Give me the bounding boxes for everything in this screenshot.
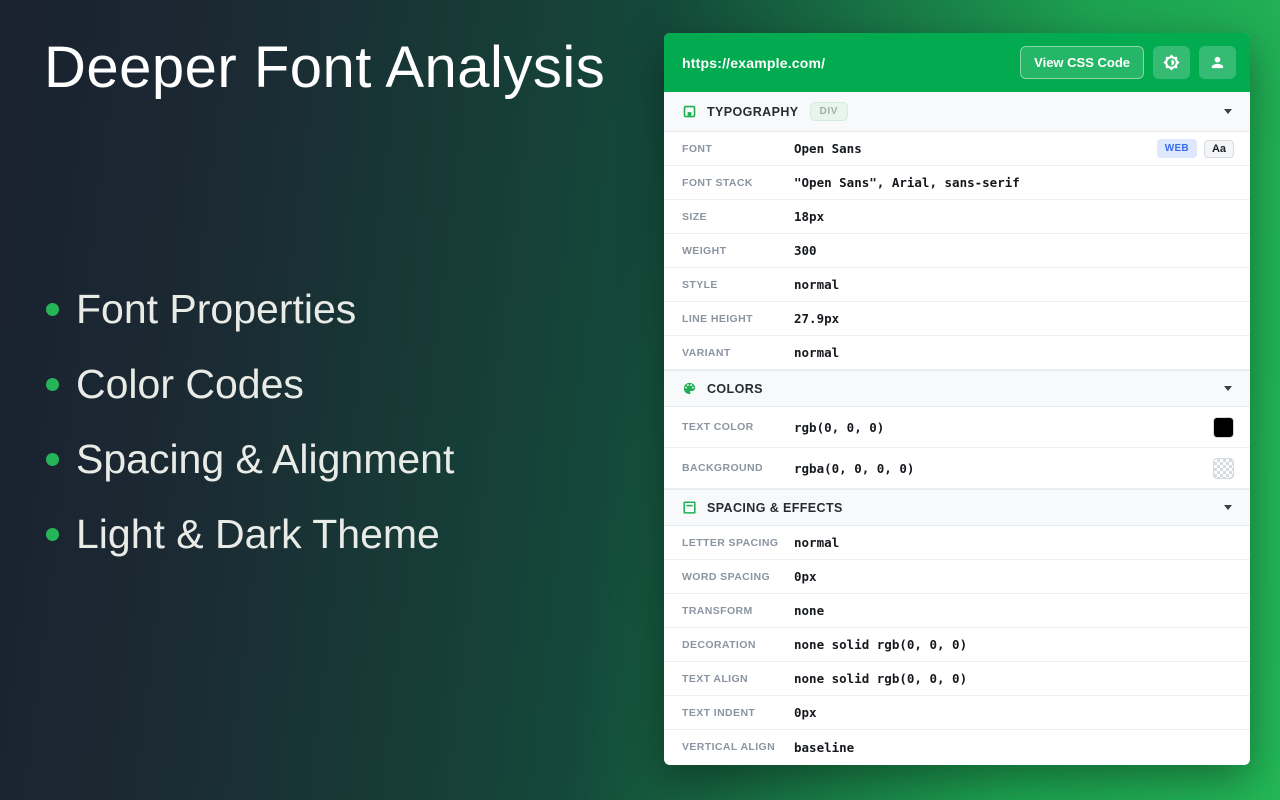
chevron-down-icon[interactable] [1224,386,1232,391]
property-row-vertical-align: VERTICAL ALIGN baseline [664,730,1250,764]
property-label: TRANSFORM [682,604,753,617]
property-row-word-spacing: WORD SPACING 0px [664,560,1250,594]
background-color-swatch [1213,457,1234,479]
page-title: Deeper Font Analysis [44,35,606,100]
property-row-variant: VARIANT normal [664,336,1250,370]
bullet-dot-icon [46,453,59,466]
property-row-weight: WEIGHT 300 [664,234,1250,268]
property-label: SIZE [682,210,707,223]
property-row-text-color: TEXT COLOR rgb(0, 0, 0) [664,407,1250,448]
property-row-background: BACKGROUND rgba(0, 0, 0, 0) [664,448,1250,489]
property-label: VERTICAL ALIGN [682,741,776,753]
text-color-swatch [1213,416,1234,438]
property-label: WEIGHT [682,244,727,257]
bullet-dot-icon [46,378,59,391]
feature-label: Color Codes [76,361,304,407]
property-value: 0px [794,569,817,584]
hero-section: Deeper Font Analysis [44,34,605,101]
property-value: 27.9px [794,311,840,326]
page-url: https://example.com/ [682,54,826,71]
property-label: WORD SPACING [682,570,771,583]
list-item: Font Properties [46,272,454,347]
property-row-line-height: LINE HEIGHT 27.9px [664,302,1250,336]
panel-header: https://example.com/ View CSS Code [664,33,1250,92]
property-row-size: SIZE 18px [664,200,1250,234]
bullet-dot-icon [46,303,59,316]
property-value: normal [794,535,840,550]
property-label: TEXT COLOR [682,421,754,433]
list-item: Light & Dark Theme [46,497,454,572]
property-label: STYLE [682,278,718,291]
property-row-style: STYLE normal [664,268,1250,302]
feature-list: Font Properties Color Codes Spacing & Al… [46,272,454,572]
theme-contrast-icon [1163,54,1180,71]
property-value: "Open Sans", Arial, sans-serif [794,175,1020,190]
feature-label: Light & Dark Theme [76,511,440,557]
property-row-font-stack: FONT STACK "Open Sans", Arial, sans-seri… [664,166,1250,200]
property-value: baseline [794,739,855,755]
property-value: rgba(0, 0, 0, 0) [794,460,915,476]
property-label: FONT [682,142,713,155]
property-value: normal [794,345,840,360]
property-value: none [794,603,825,618]
web-font-badge: WEB [1156,139,1197,158]
feature-label: Spacing & Alignment [76,436,455,482]
property-row-text-align: TEXT ALIGN none solid rgb(0, 0, 0) [664,662,1250,696]
property-label: LETTER SPACING [682,536,779,549]
property-row-letter-spacing: LETTER SPACING normal [664,526,1250,560]
theme-toggle-button[interactable] [1153,46,1190,79]
property-value: Open Sans [794,141,862,156]
property-label: FONT STACK [682,176,753,189]
property-label: TEXT ALIGN [682,672,749,685]
property-value: none solid rgb(0, 0, 0) [794,671,968,686]
section-header-spacing-effects[interactable]: SPACING & EFFECTS [664,489,1250,526]
property-value: 0px [794,705,817,720]
property-label: TEXT INDENT [682,706,756,719]
font-preview-button[interactable]: Aa [1203,139,1234,158]
property-row-transform: TRANSFORM none [664,594,1250,628]
font-inspector-panel: https://example.com/ View CSS Code TYPOG… [664,33,1250,765]
list-item: Spacing & Alignment [46,422,454,497]
property-value: none solid rgb(0, 0, 0) [794,637,968,652]
property-label: VARIANT [682,346,731,359]
chevron-down-icon[interactable] [1224,505,1232,510]
property-label: LINE HEIGHT [682,312,753,325]
property-row-font: FONT Open Sans WEB Aa [664,132,1250,166]
box-model-icon [683,501,696,514]
property-value: rgb(0, 0, 0) [794,419,885,435]
palette-icon [683,382,696,395]
user-icon [1209,54,1226,71]
property-label: DECORATION [682,638,756,651]
typography-icon [683,105,696,118]
property-value: 18px [794,209,825,224]
section-title: SPACING & EFFECTS [707,500,843,515]
section-title: TYPOGRAPHY [707,104,799,119]
feature-label: Font Properties [76,286,357,332]
property-value: 300 [794,243,817,258]
user-account-button[interactable] [1199,46,1236,79]
view-css-code-button[interactable]: View CSS Code [1020,46,1144,79]
section-header-typography[interactable]: TYPOGRAPHY DIV [664,92,1250,132]
chevron-down-icon[interactable] [1224,109,1232,114]
property-row-decoration: DECORATION none solid rgb(0, 0, 0) [664,628,1250,662]
list-item: Color Codes [46,347,454,422]
section-title: COLORS [707,381,763,396]
property-label: BACKGROUND [682,462,763,474]
bullet-dot-icon [46,528,59,541]
header-actions: View CSS Code [1020,46,1236,79]
section-header-colors[interactable]: COLORS [664,370,1250,407]
property-value: normal [794,277,840,292]
element-tag-badge: DIV [809,102,848,121]
property-row-text-indent: TEXT INDENT 0px [664,696,1250,730]
